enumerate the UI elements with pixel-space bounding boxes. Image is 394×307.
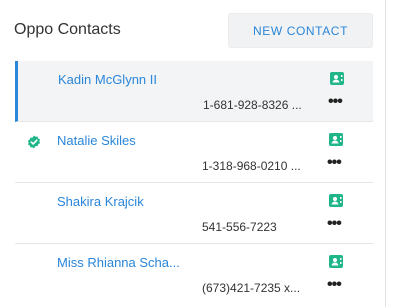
contact-phone: 1-318-968-0210 ... (202, 159, 301, 173)
contact-phone: 541-556-7223 (202, 220, 277, 234)
contact-list: Kadin McGlynn II 1-681-928-8326 ... ••• … (15, 61, 373, 305)
contact-row[interactable]: Shakira Krajcik 541-556-7223 ••• (15, 183, 373, 244)
contact-row[interactable]: Kadin McGlynn II 1-681-928-8326 ... ••• (15, 61, 373, 122)
panel-divider (385, 0, 386, 307)
more-options-icon[interactable]: ••• (327, 216, 342, 232)
contact-card-icon[interactable] (329, 133, 343, 146)
contact-name[interactable]: Natalie Skiles (57, 133, 136, 148)
contact-row[interactable]: Natalie Skiles 1-318-968-0210 ... ••• (15, 122, 373, 183)
contact-card-icon[interactable] (329, 255, 343, 268)
contact-name[interactable]: Miss Rhianna Scha... (57, 255, 180, 270)
more-options-icon[interactable]: ••• (327, 155, 342, 171)
page-title: Oppo Contacts (14, 21, 121, 38)
contact-row[interactable]: Miss Rhianna Scha... (673)421-7235 x... … (15, 244, 373, 305)
contact-phone: (673)421-7235 x... (202, 281, 301, 295)
more-options-icon[interactable]: ••• (328, 94, 343, 110)
contact-card-icon[interactable] (330, 72, 344, 85)
verified-badge-icon (27, 135, 41, 149)
contact-card-icon[interactable] (329, 194, 343, 207)
new-contact-button[interactable]: NEW CONTACT (228, 13, 373, 48)
more-options-icon[interactable]: ••• (327, 277, 342, 293)
contact-phone: 1-681-928-8326 ... (203, 98, 302, 112)
contact-name[interactable]: Shakira Krajcik (57, 194, 144, 209)
contact-name[interactable]: Kadin McGlynn II (58, 72, 157, 87)
